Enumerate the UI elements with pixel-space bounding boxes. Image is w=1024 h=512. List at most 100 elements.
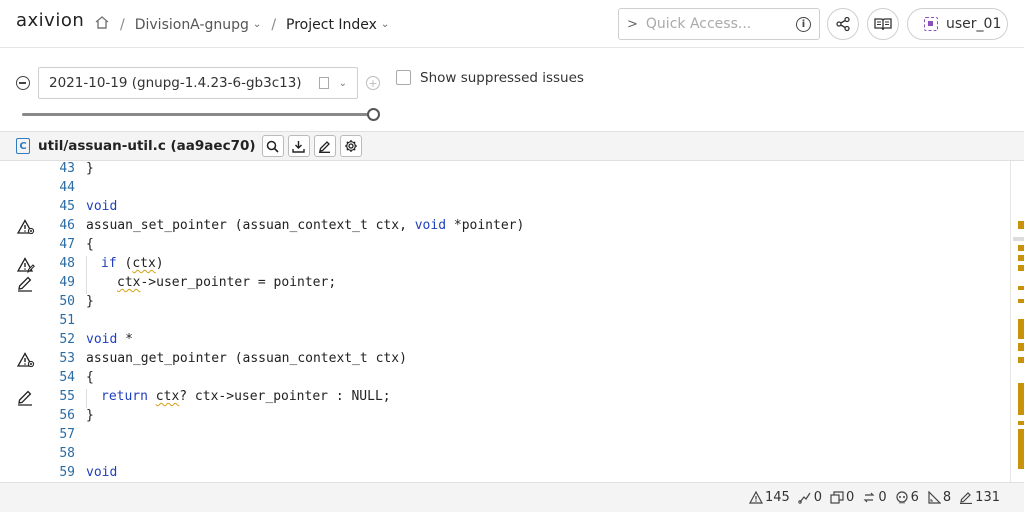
version-slider-handle[interactable]	[367, 108, 380, 121]
code-keyword: return	[101, 389, 148, 404]
code-text: *pointer)	[446, 218, 525, 233]
style-violations-count[interactable]: 131	[959, 490, 1000, 505]
line-number[interactable]: 49	[44, 275, 75, 290]
code-text: void *	[86, 332, 133, 347]
home-icon[interactable]	[94, 15, 110, 34]
copy-icon[interactable]	[318, 77, 329, 89]
axivion-logo[interactable]: axivion	[16, 10, 84, 31]
flagged-token[interactable]: ctx	[117, 275, 140, 290]
chevron-down-icon[interactable]: ⌄	[381, 19, 389, 30]
code-text: assuan_set_pointer (assuan_context_t ctx…	[86, 218, 524, 233]
chevron-down-icon[interactable]: ⌄	[253, 19, 261, 30]
search-button[interactable]	[261, 135, 284, 157]
logo-text: axivion	[16, 10, 85, 31]
metrics-count[interactable]: 8	[927, 490, 951, 505]
minimap-marker[interactable]	[1018, 429, 1024, 469]
breadcrumb-page[interactable]: Project Index	[286, 17, 377, 33]
code-line: 58	[0, 446, 1010, 465]
line-number[interactable]: 47	[44, 237, 75, 252]
line-number[interactable]: 48	[44, 256, 75, 271]
breadcrumb-project[interactable]: DivisionA-gnupg	[135, 17, 249, 33]
line-number[interactable]: 58	[44, 446, 75, 461]
top-bar: axivion / DivisionA-gnupg ⌄ / Project In…	[0, 0, 1024, 48]
minimap-viewport[interactable]	[1013, 237, 1024, 241]
user-menu-button[interactable]: user_01	[907, 8, 1008, 40]
line-number[interactable]: 51	[44, 313, 75, 328]
version-slider-track[interactable]	[22, 113, 374, 116]
line-number[interactable]: 57	[44, 427, 75, 442]
issue-minimap[interactable]	[1010, 161, 1024, 482]
clone-icon	[830, 491, 844, 504]
warning-icon[interactable]	[16, 219, 35, 239]
issues-count-value: 145	[764, 490, 790, 505]
line-number[interactable]: 53	[44, 351, 75, 366]
code-line: 59 void	[0, 465, 1010, 482]
line-number[interactable]: 56	[44, 408, 75, 423]
code-text: *	[117, 332, 133, 347]
minimap-marker[interactable]	[1018, 221, 1024, 229]
minimap-marker[interactable]	[1018, 383, 1024, 415]
quick-access-input[interactable]: > Quick Access... i	[618, 8, 820, 40]
flagged-token[interactable]: ctx	[156, 389, 179, 404]
line-number[interactable]: 43	[44, 161, 75, 176]
chevron-down-icon: ⌄	[338, 77, 347, 89]
line-number[interactable]: 50	[44, 294, 75, 309]
pencil-icon	[319, 140, 331, 153]
breadcrumb: / DivisionA-gnupg ⌄ / Project Index ⌄	[94, 15, 389, 34]
minimap-marker[interactable]	[1018, 357, 1024, 363]
architecture-count[interactable]: 0	[798, 490, 822, 505]
gear-icon	[344, 140, 357, 152]
minimap-marker[interactable]	[1018, 245, 1024, 251]
code-line: 43 }	[0, 161, 1010, 180]
warning-edit-icon[interactable]	[16, 257, 35, 277]
avatar-icon	[924, 17, 938, 31]
code-line: 52 void *	[0, 332, 1010, 351]
code-text: )	[155, 256, 164, 271]
download-button[interactable]	[287, 135, 310, 157]
info-icon[interactable]: i	[796, 16, 811, 32]
pencil-icon[interactable]	[17, 276, 33, 296]
flagged-token[interactable]: ctx	[132, 256, 155, 271]
minimap-marker[interactable]	[1018, 255, 1024, 261]
breadcrumb-separator: /	[120, 16, 125, 33]
line-number[interactable]: 54	[44, 370, 75, 385]
add-version-icon[interactable]: +	[366, 76, 380, 90]
line-number[interactable]: 52	[44, 332, 75, 347]
share-button[interactable]	[827, 8, 859, 40]
minimap-marker[interactable]	[1018, 319, 1024, 339]
settings-button[interactable]	[339, 135, 362, 157]
code-text: return ctx? ctx->user_pointer : NULL;	[101, 389, 391, 404]
line-number[interactable]: 45	[44, 199, 75, 214]
version-select[interactable]: 2021-10-19 (gnupg-1.4.23-6-gb3c13) ⌄	[38, 67, 358, 99]
pencil-icon[interactable]	[17, 390, 33, 410]
architecture-icon	[798, 492, 811, 504]
line-number[interactable]: 46	[44, 218, 75, 233]
minimap-marker[interactable]	[1018, 421, 1024, 425]
zoom-out-icon[interactable]	[16, 76, 30, 90]
issues-count[interactable]: 145	[748, 490, 790, 505]
minimap-marker[interactable]	[1018, 343, 1024, 351]
code-line: 56 }	[0, 408, 1010, 427]
warning-icon[interactable]	[16, 352, 35, 372]
clones-count[interactable]: 0	[830, 490, 854, 505]
code-text: if (ctx)	[101, 256, 164, 271]
quick-access-placeholder: Quick Access...	[645, 16, 752, 32]
ruler-triangle-icon	[928, 491, 941, 504]
line-number[interactable]: 44	[44, 180, 75, 195]
minimap-marker[interactable]	[1018, 265, 1024, 271]
code-view[interactable]: 43 } 44 45 void 46 assuan_set_pointer (a…	[0, 161, 1010, 482]
show-suppressed-checkbox[interactable]	[396, 70, 411, 85]
line-number[interactable]: 59	[44, 465, 75, 480]
minimap-marker[interactable]	[1018, 299, 1024, 303]
code-line: 51	[0, 313, 1010, 332]
cycles-count[interactable]: 0	[862, 490, 887, 505]
dead-code-count[interactable]: 6	[895, 490, 919, 505]
version-value: 2021-10-19 (gnupg-1.4.23-6-gb3c13)	[49, 75, 302, 91]
edit-button[interactable]	[313, 135, 336, 157]
code-keyword: void	[414, 218, 447, 233]
line-number[interactable]: 55	[44, 389, 75, 404]
code-text: assuan_get_pointer (assuan_context_t ctx…	[86, 351, 407, 366]
show-suppressed-label[interactable]: Show suppressed issues	[420, 70, 584, 86]
manual-button[interactable]	[867, 8, 899, 40]
minimap-marker[interactable]	[1018, 286, 1024, 290]
